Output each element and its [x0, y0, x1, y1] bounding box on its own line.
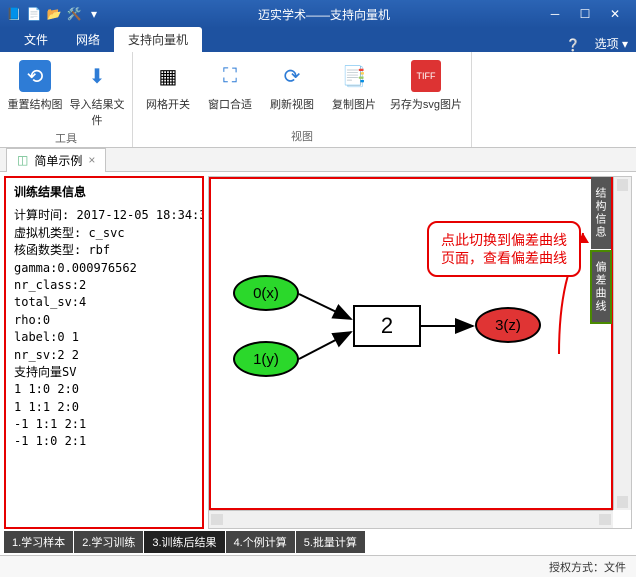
training-info-panel: 训练结果信息 计算时间: 2017-12-05 18:34:32虚拟机类型: c… [4, 176, 204, 529]
group-label-tools: 工具 [55, 128, 77, 149]
window-buttons: ─ ☐ ✕ [546, 5, 630, 23]
minimize-button[interactable]: ─ [546, 5, 564, 23]
fit-icon: ⛶ [214, 60, 246, 92]
horizontal-scrollbar[interactable] [209, 510, 613, 528]
bottom-tab-5[interactable]: 5.批量计算 [296, 531, 365, 553]
document-tab-title: 简单示例 [34, 152, 82, 169]
tab-close-icon[interactable]: × [88, 153, 95, 167]
info-row: rho:0 [14, 312, 194, 329]
window-title: 迈实学术——支持向量机 [102, 6, 546, 23]
info-row: 1 1:0 2:0 [14, 381, 194, 398]
menu-tab-network[interactable]: 网络 [62, 27, 114, 52]
reset-icon: ⟲ [19, 60, 51, 92]
tiff-icon: TIFF [411, 60, 441, 92]
save-svg-button[interactable]: TIFF 另存为svg图片 [387, 56, 465, 126]
bottom-tab-3[interactable]: 3.训练后结果 [144, 531, 224, 553]
bottom-tab-2[interactable]: 2.学习训练 [74, 531, 143, 553]
info-row: label:0 1 [14, 329, 194, 346]
node-3[interactable]: 3(z) [475, 307, 541, 343]
close-button[interactable]: ✕ [606, 5, 624, 23]
info-row: 1 1:1 2:0 [14, 399, 194, 416]
app-icon: 📘 [6, 6, 22, 22]
import-icon: ⬇ [81, 60, 113, 92]
options-menu[interactable]: 选项 ▾ [587, 35, 636, 52]
menu-bar: 文件 网络 支持向量机 ❔ 选项 ▾ [0, 28, 636, 52]
grid-icon: ▦ [152, 60, 184, 92]
open-icon[interactable]: 📂 [46, 6, 62, 22]
info-row: total_sv:4 [14, 294, 194, 311]
bottom-tab-1[interactable]: 1.学习样本 [4, 531, 73, 553]
reset-structure-button[interactable]: ⟲ 重置结构图 [6, 56, 64, 128]
status-bar: 授权方式：文件 [0, 555, 636, 577]
node-0[interactable]: 0(x) [233, 275, 299, 311]
copy-image-button[interactable]: 📑 复制图片 [325, 56, 383, 126]
diagram-canvas[interactable]: 0(x) 1(y) 2 3(z) 点此切换到偏差曲线 页面，查看偏差曲线 [209, 177, 613, 510]
grid-toggle-button[interactable]: ▦ 网格开关 [139, 56, 197, 126]
node-1[interactable]: 1(y) [233, 341, 299, 377]
quick-access-toolbar: 📘 📄 📂 🛠️ ▾ [6, 6, 102, 22]
vertical-scrollbar[interactable] [613, 177, 631, 510]
info-row: nr_class:2 [14, 277, 194, 294]
info-row: 核函数类型: rbf [14, 242, 194, 259]
info-row: nr_sv:2 2 [14, 347, 194, 364]
info-row: -1 1:0 2:1 [14, 433, 194, 450]
ribbon-group-tools: ⟲ 重置结构图 ⬇ 导入结果文件 工具 [0, 52, 133, 147]
info-row: 计算时间: 2017-12-05 18:34:32 [14, 207, 194, 224]
document-tab-bar: ◫ 简单示例 × [0, 148, 636, 172]
info-row: 支持向量SV [14, 364, 194, 381]
status-text: 授权方式：文件 [549, 559, 626, 575]
info-row: -1 1:1 2:1 [14, 416, 194, 433]
info-row: 虚拟机类型: c_svc [14, 225, 194, 242]
info-header: 训练结果信息 [14, 184, 194, 201]
refresh-view-button[interactable]: ⟳ 刷新视图 [263, 56, 321, 126]
qat-dropdown-icon[interactable]: ▾ [86, 6, 102, 22]
ribbon: ⟲ 重置结构图 ⬇ 导入结果文件 工具 ▦ 网格开关 ⛶ 窗口合适 ⟳ 刷新视图 [0, 52, 636, 148]
copy-icon: 📑 [338, 60, 370, 92]
maximize-button[interactable]: ☐ [576, 5, 594, 23]
main-area: 训练结果信息 计算时间: 2017-12-05 18:34:32虚拟机类型: c… [4, 176, 632, 529]
menu-tab-svm[interactable]: 支持向量机 [114, 27, 202, 52]
fit-window-button[interactable]: ⛶ 窗口合适 [201, 56, 259, 126]
node-2[interactable]: 2 [353, 305, 421, 347]
side-tabs: 结构信息 偏差曲线 [591, 177, 611, 325]
bottom-tabs: 1.学习样本 2.学习训练 3.训练后结果 4.个例计算 5.批量计算 [4, 531, 365, 553]
document-tab[interactable]: ◫ 简单示例 × [6, 148, 106, 172]
cube-icon: ◫ [17, 153, 28, 167]
info-row: gamma:0.000976562 [14, 260, 194, 277]
help-icon[interactable]: ❔ [560, 38, 587, 52]
import-result-button[interactable]: ⬇ 导入结果文件 [68, 56, 126, 128]
callout-box: 点此切换到偏差曲线 页面，查看偏差曲线 [427, 221, 581, 277]
group-label-view: 视图 [291, 126, 313, 147]
bottom-tab-4[interactable]: 4.个例计算 [226, 531, 295, 553]
canvas-wrap: 0(x) 1(y) 2 3(z) 点此切换到偏差曲线 页面，查看偏差曲线 结构信… [208, 176, 632, 529]
side-tab-structure[interactable]: 结构信息 [591, 177, 611, 249]
ribbon-group-view: ▦ 网格开关 ⛶ 窗口合适 ⟳ 刷新视图 📑 复制图片 TIFF 另存为svg图… [133, 52, 472, 147]
refresh-icon: ⟳ [276, 60, 308, 92]
title-bar: 📘 📄 📂 🛠️ ▾ 迈实学术——支持向量机 ─ ☐ ✕ [0, 0, 636, 28]
side-tab-deviation[interactable]: 偏差曲线 [591, 251, 611, 323]
tools-icon[interactable]: 🛠️ [66, 6, 82, 22]
menu-tab-file[interactable]: 文件 [10, 27, 62, 52]
new-icon[interactable]: 📄 [26, 6, 42, 22]
